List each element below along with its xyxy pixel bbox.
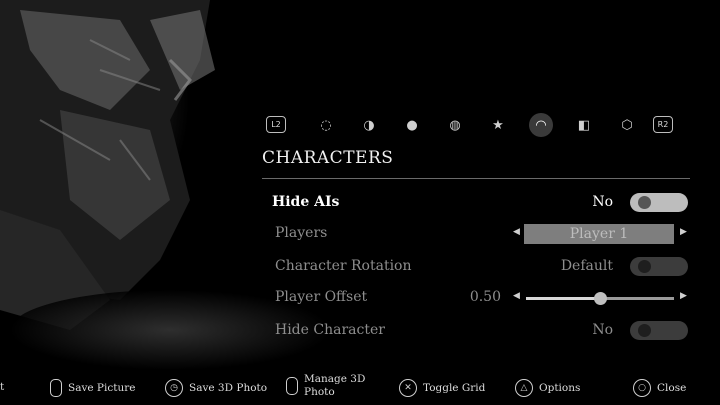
circle-button-icon: ○ <box>633 379 651 397</box>
action-label: Options <box>539 382 581 394</box>
setting-label: Player Offset <box>275 289 368 305</box>
shape-icon[interactable]: ⬡ <box>615 113 639 137</box>
setting-label: Character Rotation <box>275 258 412 274</box>
category-tabs: L2 ◌ ◑ ● ◍ ★ ◠ ◧ ⬡ R2 <box>262 111 686 139</box>
action-label: Save 3D Photo <box>189 382 268 394</box>
exposure-icon[interactable]: ◑ <box>357 113 381 137</box>
star-effects-icon[interactable]: ★ <box>486 113 510 137</box>
manage-3d-photo-button[interactable]: Manage 3D Photo <box>286 373 365 399</box>
slider-fill <box>526 297 600 300</box>
close-button[interactable]: ○ Close <box>633 379 686 397</box>
options-button[interactable]: △ Options <box>515 379 580 397</box>
save-3d-photo-button[interactable]: ◷ Save 3D Photo <box>165 379 267 397</box>
aperture-icon[interactable]: ◍ <box>443 113 467 137</box>
setting-player-offset[interactable]: Player Offset 0.50 ◀ ▶ <box>262 284 690 312</box>
setting-character-rotation[interactable]: Character Rotation Default <box>262 253 690 281</box>
action-label: Toggle Grid <box>423 382 486 394</box>
bottom-action-bar: t Save Picture ◷ Save 3D Photo Manage 3D… <box>0 372 720 405</box>
l2-bumper-icon[interactable]: L2 <box>266 116 286 133</box>
slider-knob[interactable] <box>594 292 607 305</box>
section-divider <box>262 178 690 179</box>
r2-bumper-icon[interactable]: R2 <box>653 116 673 133</box>
setting-value: 0.50 <box>469 289 501 305</box>
hide-character-toggle[interactable] <box>630 321 688 340</box>
setting-label: Players <box>275 225 328 241</box>
arrow-right-icon[interactable]: ▶ <box>680 227 687 237</box>
stick-press-icon <box>286 377 298 395</box>
frame-icon[interactable]: ◧ <box>572 113 596 137</box>
setting-value: Default <box>560 258 613 274</box>
hide-ais-toggle[interactable] <box>630 193 688 212</box>
timer-icon: ◷ <box>165 379 183 397</box>
setting-label: Hide Character <box>275 322 385 338</box>
save-picture-button[interactable]: Save Picture <box>50 379 135 397</box>
setting-value: No <box>592 194 613 210</box>
action-label: Close <box>657 382 687 394</box>
action-label: t <box>0 381 5 393</box>
arrow-left-icon[interactable]: ◀ <box>513 227 520 237</box>
setting-value: No <box>592 322 613 338</box>
action-label: Manage 3D Photo <box>304 373 366 398</box>
setting-label: Hide AIs <box>272 194 340 210</box>
cross-button-icon: ✕ <box>399 379 417 397</box>
camera-lens-icon[interactable]: ◌ <box>314 113 338 137</box>
players-selector[interactable]: Player 1 <box>524 224 674 244</box>
setting-hide-ais[interactable]: Hide AIs No <box>262 189 690 217</box>
arrow-right-icon[interactable]: ▶ <box>680 291 687 301</box>
section-title: CHARACTERS <box>262 148 394 168</box>
arrow-left-icon[interactable]: ◀ <box>513 291 520 301</box>
characters-icon[interactable]: ◠ <box>529 113 553 137</box>
action-label: Save Picture <box>68 382 136 394</box>
stick-press-icon <box>50 379 62 397</box>
triangle-button-icon: △ <box>515 379 533 397</box>
character-rotation-toggle[interactable] <box>630 257 688 276</box>
setting-players[interactable]: Players ◀ Player 1 ▶ <box>262 220 690 248</box>
toggle-grid-button[interactable]: ✕ Toggle Grid <box>399 379 485 397</box>
action-partial[interactable]: t <box>0 381 4 393</box>
color-filter-icon[interactable]: ● <box>400 113 424 137</box>
setting-hide-character[interactable]: Hide Character No <box>262 317 690 345</box>
